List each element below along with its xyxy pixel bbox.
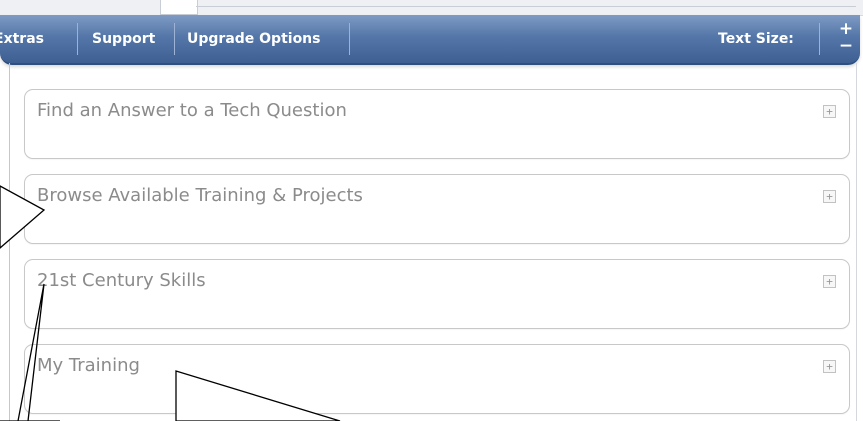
main-navbar: Extras Support Upgrade Options Text Size… (0, 15, 860, 65)
panel-21st-century-skills[interactable]: 21st Century Skills + (24, 259, 850, 329)
browser-tab-strip (0, 0, 863, 16)
nav-separator (819, 23, 820, 55)
expand-plus-icon[interactable]: + (823, 360, 836, 373)
decrease-text-size-button[interactable]: − (838, 37, 854, 55)
panel-title: Browse Available Training & Projects (37, 185, 363, 206)
tab-strip-divider (196, 6, 856, 7)
text-size-label: Text Size: (718, 31, 794, 47)
panel-title: My Training (37, 355, 140, 376)
nav-item-upgrade-options[interactable]: Upgrade Options (187, 15, 321, 63)
nav-item-extras[interactable]: Extras (0, 15, 44, 63)
browser-tab[interactable] (160, 0, 198, 15)
nav-separator (77, 23, 78, 55)
expand-plus-icon[interactable]: + (823, 190, 836, 203)
panel-title: Find an Answer to a Tech Question (37, 100, 347, 121)
panel-my-training[interactable]: My Training + (24, 344, 850, 414)
panel-training-projects[interactable]: Browse Available Training & Projects + (24, 174, 850, 244)
nav-item-support[interactable]: Support (92, 15, 155, 63)
expand-plus-icon[interactable]: + (823, 275, 836, 288)
nav-separator (174, 23, 175, 55)
nav-separator (349, 23, 350, 55)
panel-tech-question[interactable]: Find an Answer to a Tech Question + (24, 89, 850, 159)
panel-title: 21st Century Skills (37, 270, 206, 291)
screenshot: Extras Support Upgrade Options Text Size… (0, 0, 863, 421)
content-left-border (9, 63, 10, 421)
expand-plus-icon[interactable]: + (823, 105, 836, 118)
content-right-border (856, 63, 857, 421)
